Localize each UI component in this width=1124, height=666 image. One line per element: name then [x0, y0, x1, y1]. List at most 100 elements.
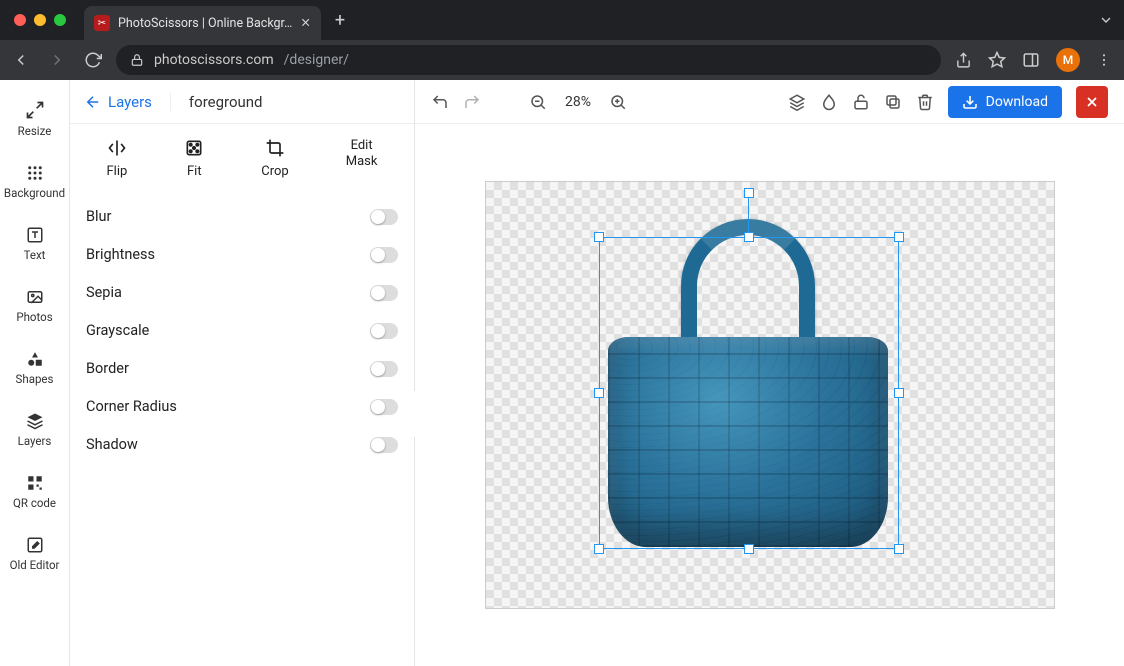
- tool-edit-mask[interactable]: Edit Mask: [346, 138, 378, 180]
- app: Resize Background Text Photos Shapes Lay…: [0, 80, 1124, 666]
- address-bar: photoscissors.com/designer/ M: [0, 40, 1124, 80]
- canvas-area: 28% Download: [415, 80, 1124, 666]
- rail-label: Text: [24, 248, 46, 262]
- delete-icon[interactable]: [916, 93, 934, 111]
- flip-icon: [107, 138, 127, 158]
- resize-handle-nw[interactable]: [594, 232, 604, 242]
- toggle-cornerradius[interactable]: [370, 399, 398, 415]
- rail-item-oldeditor[interactable]: Old Editor: [0, 528, 69, 580]
- rotation-handle[interactable]: [744, 188, 754, 198]
- tool-crop[interactable]: Crop: [261, 138, 288, 180]
- duplicate-icon[interactable]: [884, 93, 902, 111]
- browser-tab[interactable]: ✂ PhotoScissors | Online Backgr… ✕: [84, 6, 321, 40]
- toggle-sepia[interactable]: [370, 285, 398, 301]
- option-label: Blur: [86, 208, 111, 225]
- share-icon[interactable]: [955, 52, 972, 69]
- resize-handle-se[interactable]: [894, 544, 904, 554]
- shapes-icon: [26, 350, 44, 368]
- url-domain: photoscissors.com: [154, 52, 274, 68]
- zoom-in-button[interactable]: [609, 93, 627, 111]
- browser-menu-icon[interactable]: [1096, 52, 1112, 68]
- undo-button[interactable]: [431, 93, 449, 111]
- resize-handle-sw[interactable]: [594, 544, 604, 554]
- qrcode-icon: [26, 474, 44, 492]
- options-list: Blur Brightness Sepia Grayscale Border C…: [70, 194, 414, 468]
- resize-handle-s[interactable]: [744, 544, 754, 554]
- new-tab-button[interactable]: +: [335, 10, 345, 31]
- lock-icon: [130, 53, 144, 67]
- option-label: Corner Radius: [86, 398, 177, 415]
- fit-icon: [184, 138, 204, 158]
- option-label: Sepia: [86, 284, 122, 301]
- rail-label: Photos: [16, 310, 52, 324]
- selection-box[interactable]: [599, 237, 899, 549]
- edit-icon: [26, 536, 44, 554]
- panel-icon[interactable]: [1022, 51, 1040, 69]
- resize-handle-ne[interactable]: [894, 232, 904, 242]
- unlock-icon[interactable]: [852, 93, 870, 111]
- back-to-layers-button[interactable]: Layers: [84, 93, 152, 111]
- rail-item-resize[interactable]: Resize: [0, 92, 69, 146]
- window-controls: [14, 14, 66, 26]
- canvas-body[interactable]: [415, 124, 1124, 666]
- rail-item-background[interactable]: Background: [0, 156, 69, 208]
- window-close-icon[interactable]: [14, 14, 26, 26]
- rail-item-shapes[interactable]: Shapes: [0, 342, 69, 394]
- option-shadow: Shadow: [86, 426, 398, 464]
- tab-bar: ✂ PhotoScissors | Online Backgr… ✕ +: [0, 0, 1124, 40]
- resize-handle-w[interactable]: [594, 388, 604, 398]
- layers-stack-icon[interactable]: [788, 93, 806, 111]
- rail-label: Layers: [18, 434, 52, 448]
- rail-item-photos[interactable]: Photos: [0, 280, 69, 332]
- tool-label: Fit: [187, 164, 202, 180]
- option-cornerradius: Corner Radius: [86, 388, 398, 426]
- nav-reload-icon[interactable]: [84, 51, 102, 69]
- canvas[interactable]: [485, 181, 1055, 609]
- tabs-dropdown-icon[interactable]: [1098, 12, 1114, 28]
- rail-label: Old Editor: [10, 558, 60, 572]
- toggle-grayscale[interactable]: [370, 323, 398, 339]
- resize-handle-n[interactable]: [744, 232, 754, 242]
- side-panel: Layers foreground Flip Fit Crop Edit Mas…: [70, 80, 415, 666]
- option-border: Border: [86, 350, 398, 388]
- close-editor-button[interactable]: [1076, 86, 1108, 118]
- favicon-icon: ✂: [94, 15, 110, 31]
- toggle-border[interactable]: [370, 361, 398, 377]
- photo-icon: [26, 288, 44, 306]
- tool-flip[interactable]: Flip: [106, 138, 127, 180]
- option-label: Shadow: [86, 436, 138, 453]
- option-brightness: Brightness: [86, 236, 398, 274]
- rail-label: Resize: [18, 124, 52, 138]
- layer-name-label: foreground: [170, 93, 263, 111]
- window-maximize-icon[interactable]: [54, 14, 66, 26]
- tool-label: Flip: [106, 164, 127, 180]
- url-path: /designer/: [284, 52, 349, 68]
- bookmark-star-icon[interactable]: [988, 51, 1006, 69]
- left-rail: Resize Background Text Photos Shapes Lay…: [0, 80, 70, 666]
- tab-close-icon[interactable]: ✕: [300, 15, 310, 31]
- rail-label: QR code: [13, 496, 56, 510]
- window-minimize-icon[interactable]: [34, 14, 46, 26]
- option-label: Grayscale: [86, 322, 149, 339]
- toggle-brightness[interactable]: [370, 247, 398, 263]
- download-button[interactable]: Download: [948, 86, 1062, 118]
- toggle-shadow[interactable]: [370, 437, 398, 453]
- tool-fit[interactable]: Fit: [184, 138, 204, 180]
- redo-button[interactable]: [463, 93, 481, 111]
- rail-item-layers[interactable]: Layers: [0, 404, 69, 456]
- nav-back-icon[interactable]: [12, 51, 30, 69]
- rail-label: Background: [4, 186, 65, 200]
- option-blur: Blur: [86, 198, 398, 236]
- zoom-level[interactable]: 28%: [561, 94, 595, 110]
- rail-item-text[interactable]: Text: [0, 218, 69, 270]
- option-sepia: Sepia: [86, 274, 398, 312]
- url-field[interactable]: photoscissors.com/designer/: [116, 45, 941, 75]
- profile-avatar[interactable]: M: [1056, 48, 1080, 72]
- zoom-out-button[interactable]: [529, 93, 547, 111]
- toggle-blur[interactable]: [370, 209, 398, 225]
- rail-item-qrcode[interactable]: QR code: [0, 466, 69, 518]
- rail-label: Shapes: [16, 372, 54, 386]
- opacity-icon[interactable]: [820, 93, 838, 111]
- tab-title: PhotoScissors | Online Backgr…: [118, 16, 292, 31]
- resize-handle-e[interactable]: [894, 388, 904, 398]
